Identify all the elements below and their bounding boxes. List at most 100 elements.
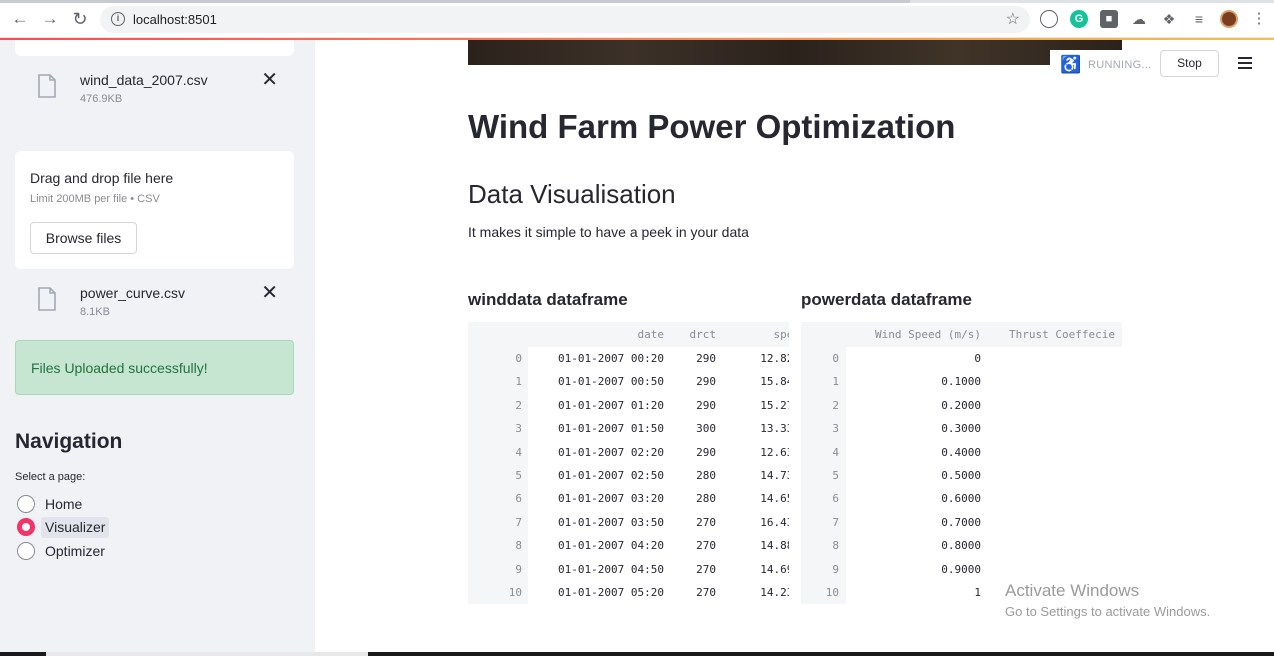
table-cell: 270 xyxy=(696,562,716,576)
cloud-extension-icon[interactable]: ☁ xyxy=(1130,10,1148,28)
column-header: drct xyxy=(689,328,717,341)
table-cell: 13.332 xyxy=(760,422,789,436)
dropzone-limit: Limit 200MB per file • CSV xyxy=(30,193,160,205)
puzzle-extension-icon[interactable]: ❖ xyxy=(1160,10,1178,28)
reading-list-icon[interactable]: ≡ xyxy=(1190,10,1208,28)
address-bar[interactable]: i localhost:8501 ☆ xyxy=(100,6,1030,33)
radio-label: Visualizer xyxy=(41,517,110,538)
powerdata-table[interactable]: Wind Speed (m/s) Thrust Coeffecie 0 0 1 0.100… xyxy=(801,322,1122,604)
column-header: Thrust Coeffecie xyxy=(1009,328,1115,341)
grammarly-extension-icon[interactable]: G xyxy=(1070,10,1088,28)
success-message: Files Uploaded successfully! xyxy=(31,360,208,376)
header-image xyxy=(468,40,1122,65)
table-cell: 290 xyxy=(696,352,716,365)
browser-toolbar: ← → ↻ i localhost:8501 ☆ G ■ ☁ ❖ ≡ ⋮ xyxy=(0,0,1274,38)
file-size: 476.9KB xyxy=(80,93,123,105)
file-dropzone[interactable]: Drag and drop file here Limit 200MB per … xyxy=(15,151,294,269)
file-name: power_curve.csv xyxy=(80,285,186,301)
table-cell: 01-01-2007 05:20 xyxy=(558,586,664,599)
file-name: wind_data_2007.csv xyxy=(80,72,208,88)
browse-files-button[interactable]: Browse files xyxy=(30,222,137,254)
table-cell: 290 xyxy=(696,445,716,459)
row-index: 1 xyxy=(832,375,839,389)
select-page-label: Select a page: xyxy=(15,471,86,483)
row-index: 5 xyxy=(515,469,522,482)
notes-extension-icon[interactable]: ■ xyxy=(1100,10,1118,28)
powerdata-title: powerdata dataframe xyxy=(801,290,972,309)
taskbar xyxy=(0,652,1274,656)
row-index: 5 xyxy=(832,469,839,482)
table-cell: 0.9000 xyxy=(941,562,981,576)
table-cell: 14.233 xyxy=(760,586,789,599)
forward-arrow-icon[interactable]: → xyxy=(40,9,60,29)
speed-extension-icon[interactable] xyxy=(1040,10,1058,28)
profile-avatar[interactable] xyxy=(1220,10,1238,28)
browser-menu-icon[interactable]: ⋮ xyxy=(1250,10,1268,28)
page-title: Wind Farm Power Optimization xyxy=(468,108,956,145)
active-tab-indicator xyxy=(0,0,910,3)
file-icon xyxy=(38,287,56,311)
table-cell: 270 xyxy=(696,515,716,529)
sidebar: wind_data_2007.csv 476.9KB ✕ Drag and dr… xyxy=(0,40,315,656)
row-index: 8 xyxy=(832,539,839,553)
remove-file-close-icon[interactable]: ✕ xyxy=(261,283,278,303)
table-cell: 01-01-2007 01:50 xyxy=(558,422,664,436)
row-index: 3 xyxy=(515,422,522,436)
radio-circle[interactable] xyxy=(17,495,35,513)
uploader-card-top xyxy=(15,40,294,56)
table-cell: 270 xyxy=(696,539,716,553)
radio-circle-selected[interactable] xyxy=(17,518,35,536)
table-cell: 0.7000 xyxy=(941,515,981,529)
section-description: It makes it simple to have a peek in you… xyxy=(468,224,749,240)
table-cell: 280 xyxy=(696,492,716,506)
dropzone-title: Drag and drop file here xyxy=(30,170,174,186)
remove-file-close-icon[interactable]: ✕ xyxy=(261,70,278,90)
stop-button[interactable]: Stop xyxy=(1160,50,1219,77)
activate-windows-subtitle: Go to Settings to activate Windows. xyxy=(1005,604,1211,619)
site-info-icon[interactable]: i xyxy=(111,12,125,26)
table-cell: 01-01-2007 02:20 xyxy=(558,445,664,459)
activate-windows-title: Activate Windows xyxy=(1005,581,1140,600)
table-cell: 01-01-2007 03:20 xyxy=(558,492,664,506)
table-cell: 280 xyxy=(696,469,716,482)
row-index: 2 xyxy=(832,398,839,412)
hamburger-menu-icon[interactable] xyxy=(1238,57,1254,71)
back-arrow-icon[interactable]: ← xyxy=(10,9,30,29)
uploaded-file-wind-data: wind_data_2007.csv 476.9KB ✕ xyxy=(15,70,294,116)
table-cell: 14.732 xyxy=(760,469,789,482)
tab-strip xyxy=(0,0,1274,3)
table-cell: 0.3000 xyxy=(941,422,981,436)
row-index: 6 xyxy=(832,492,839,506)
radio-circle[interactable] xyxy=(17,542,35,560)
table-cell: 01-01-2007 04:20 xyxy=(558,539,664,553)
table-cell: 270 xyxy=(696,586,716,599)
row-index: 10 xyxy=(508,586,522,599)
file-size: 8.1KB xyxy=(80,306,110,318)
bookmark-star-icon[interactable]: ☆ xyxy=(1006,9,1020,29)
radio-label: Optimizer xyxy=(45,543,105,559)
file-icon xyxy=(38,74,56,98)
url-text: localhost:8501 xyxy=(133,12,217,27)
table-cell: 14.655 xyxy=(760,492,789,506)
section-title: Data Visualisation xyxy=(468,179,676,209)
table-cell: 290 xyxy=(696,398,716,412)
table-cell: 14.889 xyxy=(760,539,789,553)
table-cell: 15.842 xyxy=(760,375,789,389)
column-header: spec xyxy=(773,328,790,341)
table-cell: 0.2000 xyxy=(941,398,981,412)
row-index: 0 xyxy=(515,352,522,365)
table-cell: 290 xyxy=(696,375,716,389)
row-index: 7 xyxy=(832,515,839,529)
winddata-table[interactable]: datedrctspec001-01-2007 00:2029012.82910… xyxy=(468,322,789,604)
reload-icon[interactable]: ↻ xyxy=(70,9,90,29)
table-cell: 0.5000 xyxy=(941,469,981,482)
row-index: 9 xyxy=(515,562,522,576)
table-cell: 300 xyxy=(696,422,716,436)
running-status: ♿ RUNNING... xyxy=(1050,50,1170,80)
table-cell: 1 xyxy=(974,586,981,599)
table-cell: 01-01-2007 03:50 xyxy=(558,515,664,529)
running-label: RUNNING... xyxy=(1088,59,1152,71)
table-cell: 14.691 xyxy=(760,562,789,576)
table-cell: 16.436 xyxy=(760,515,789,529)
table-cell: 0.4000 xyxy=(941,445,981,459)
